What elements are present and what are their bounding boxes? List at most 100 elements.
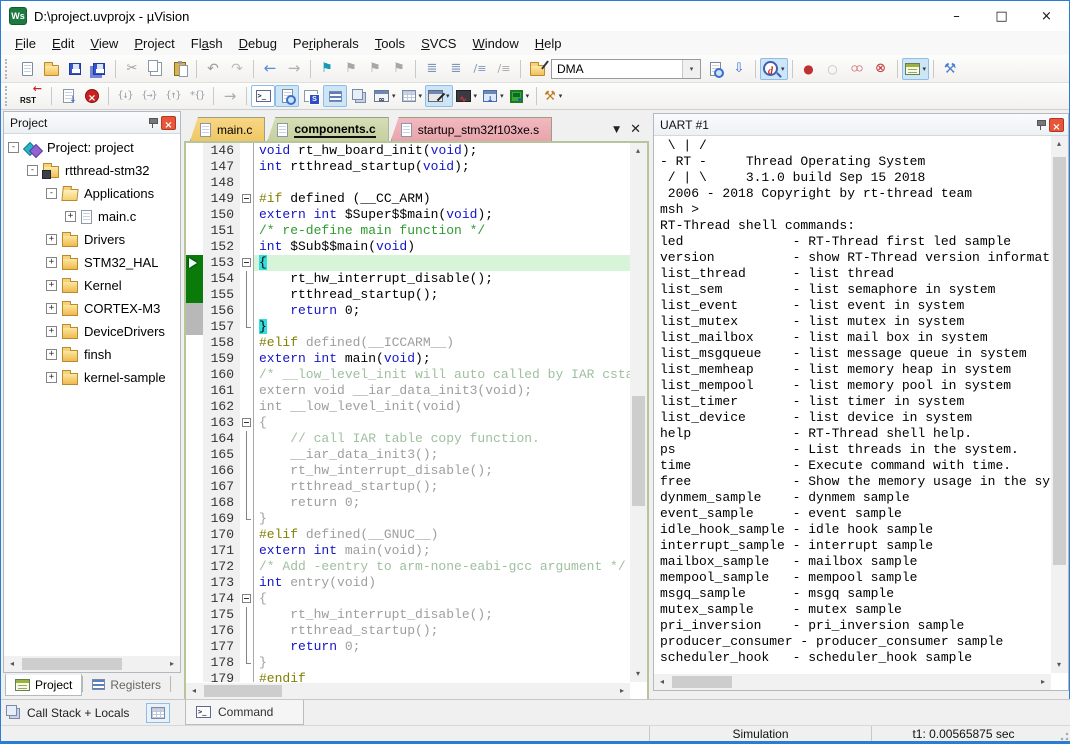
breakpoint-margin[interactable] (186, 655, 203, 671)
breakpoint-margin[interactable] (186, 431, 203, 447)
dropdown-arrow-icon[interactable]: ▾ (419, 92, 423, 100)
insert-bookmark-button[interactable]: ⚑ (315, 58, 339, 80)
uart-output[interactable]: \ | /- RT - Thread Operating System / | … (654, 136, 1051, 673)
dropdown-arrow-icon[interactable]: ▾ (500, 92, 504, 100)
collapse-icon[interactable]: - (8, 142, 19, 153)
tree-item-applications[interactable]: -Applications (4, 182, 180, 205)
expand-icon[interactable]: + (46, 257, 57, 268)
collapse-icon[interactable]: - (46, 188, 57, 199)
close-button[interactable]: × (1024, 2, 1069, 31)
redo-button[interactable]: ↷ (225, 58, 249, 80)
symbols-window-button[interactable] (299, 85, 323, 107)
collapse-icon[interactable]: - (27, 165, 38, 176)
menu-window[interactable]: Window (464, 33, 526, 54)
dropdown-arrow-icon[interactable]: ▾ (446, 92, 450, 100)
disable-breakpoint-button[interactable]: ○ (821, 58, 845, 80)
breakpoint-margin[interactable] (186, 191, 203, 207)
breakpoint-margin[interactable] (186, 287, 203, 303)
scroll-right-icon[interactable]: ▸ (1035, 674, 1051, 690)
uart-vscrollbar[interactable]: ▴ ▾ (1051, 136, 1068, 673)
dropdown-arrow-icon[interactable]: ▾ (526, 92, 530, 100)
search-document-button[interactable] (703, 58, 727, 80)
maximize-button[interactable]: □ (979, 2, 1024, 31)
step-button[interactable]: {↓} (113, 85, 137, 107)
close-icon[interactable] (1049, 118, 1064, 132)
disassembly-window-button[interactable] (275, 85, 299, 107)
combo-dropdown-icon[interactable]: ▾ (682, 60, 700, 78)
menu-file[interactable]: File (7, 33, 44, 54)
system-viewer-button[interactable]: ▾ (480, 85, 507, 107)
code-line-168[interactable]: 168 return 0; (186, 495, 630, 511)
tree-item-kernel-sample[interactable]: +kernel-sample (4, 366, 180, 389)
scroll-down-icon[interactable]: ▾ (630, 666, 646, 682)
breakpoint-margin[interactable] (186, 175, 203, 191)
scroll-down-icon[interactable]: ▾ (1051, 657, 1067, 673)
dock-tab-registers[interactable]: Registers (83, 673, 170, 696)
code-line-169[interactable]: 169} (186, 511, 630, 527)
dropdown-arrow-icon[interactable]: ▾ (923, 65, 927, 73)
scroll-up-icon[interactable]: ▴ (1051, 136, 1067, 152)
run-button[interactable] (56, 85, 80, 107)
breakpoint-margin[interactable] (186, 239, 203, 255)
breakpoint-margin[interactable] (186, 351, 203, 367)
code-line-151[interactable]: 151/* re-define main function */ (186, 223, 630, 239)
expand-icon[interactable]: + (46, 326, 57, 337)
menu-edit[interactable]: Edit (44, 33, 82, 54)
comment-button[interactable]: /≡ (468, 58, 492, 80)
code-line-149[interactable]: 149#if defined (__CC_ARM) (186, 191, 630, 207)
code-line-157[interactable]: 157} (186, 319, 630, 335)
code-line-178[interactable]: 178} (186, 655, 630, 671)
scroll-up-icon[interactable]: ▴ (630, 143, 646, 159)
code-line-171[interactable]: 171extern int main(void); (186, 543, 630, 559)
breakpoint-margin[interactable] (186, 671, 203, 682)
fold-collapse-icon[interactable] (242, 258, 251, 267)
code-line-146[interactable]: 146void rt_hw_board_init(void); (186, 143, 630, 159)
uncomment-button[interactable]: /≡ (492, 58, 516, 80)
code-line-150[interactable]: 150extern int $Super$$main(void); (186, 207, 630, 223)
code-line-148[interactable]: 148 (186, 175, 630, 191)
scroll-left-icon[interactable]: ◂ (4, 656, 20, 672)
step-out-button[interactable]: {↑} (161, 85, 185, 107)
clear-all-bookmarks-button[interactable]: ⚑ (387, 58, 411, 80)
editor-tab-components-c[interactable]: components.c (267, 117, 388, 141)
editor-tab-startup-stm32f103xe-s[interactable]: startup_stm32f103xe.s (391, 117, 552, 141)
tree-item-kernel[interactable]: +Kernel (4, 274, 180, 297)
expand-icon[interactable]: + (46, 303, 57, 314)
menu-flash[interactable]: Flash (183, 33, 231, 54)
lookup-symbols-button[interactable]: ▾ (760, 58, 788, 80)
scroll-left-icon[interactable]: ◂ (654, 674, 670, 690)
navigate-back-button[interactable]: ← (258, 58, 282, 80)
code-line-173[interactable]: 173int entry(void) (186, 575, 630, 591)
insert-breakpoint-button[interactable]: ● (797, 58, 821, 80)
menu-debug[interactable]: Debug (231, 33, 285, 54)
code-line-155[interactable]: 155 rtthread_startup(); (186, 287, 630, 303)
code-line-162[interactable]: 162int __low_level_init(void) (186, 399, 630, 415)
menu-peripherals[interactable]: Peripherals (285, 33, 367, 54)
editor-vscrollbar[interactable]: ▴ ▾ (630, 143, 647, 682)
breakpoint-margin[interactable] (186, 639, 203, 655)
kill-all-breakpoints-button[interactable]: ⊗ (869, 58, 893, 80)
open-file-button[interactable] (39, 58, 63, 80)
paste-button[interactable] (168, 58, 192, 80)
menu-tools[interactable]: Tools (367, 33, 413, 54)
code-line-164[interactable]: 164 // call IAR table copy function. (186, 431, 630, 447)
menu-project[interactable]: Project (126, 33, 182, 54)
fold-collapse-icon[interactable] (242, 194, 251, 203)
dropdown-arrow-icon[interactable]: ▾ (781, 65, 785, 73)
window-views-button[interactable]: ▾ (902, 58, 930, 80)
code-line-167[interactable]: 167 rtthread_startup(); (186, 479, 630, 495)
toolbar-grip[interactable] (5, 86, 11, 106)
dropdown-arrow-icon[interactable]: ▾ (559, 92, 563, 100)
toolbar-grip[interactable] (5, 59, 11, 79)
navigate-forward-button[interactable]: → (282, 58, 306, 80)
code-editor[interactable]: 146void rt_hw_board_init(void);147int rt… (186, 143, 630, 682)
editor-hscrollbar[interactable]: ◂ ▸ (186, 683, 630, 699)
menu-svcs[interactable]: SVCS (413, 33, 464, 54)
breakpoint-margin[interactable] (186, 335, 203, 351)
undo-button[interactable]: ↶ (201, 58, 225, 80)
indent-left-button[interactable]: ≣ (444, 58, 468, 80)
fold-collapse-icon[interactable] (242, 594, 251, 603)
editor-tab-main-c[interactable]: main.c (190, 117, 265, 141)
tree-item-drivers[interactable]: +Drivers (4, 228, 180, 251)
expand-icon[interactable]: + (65, 211, 76, 222)
